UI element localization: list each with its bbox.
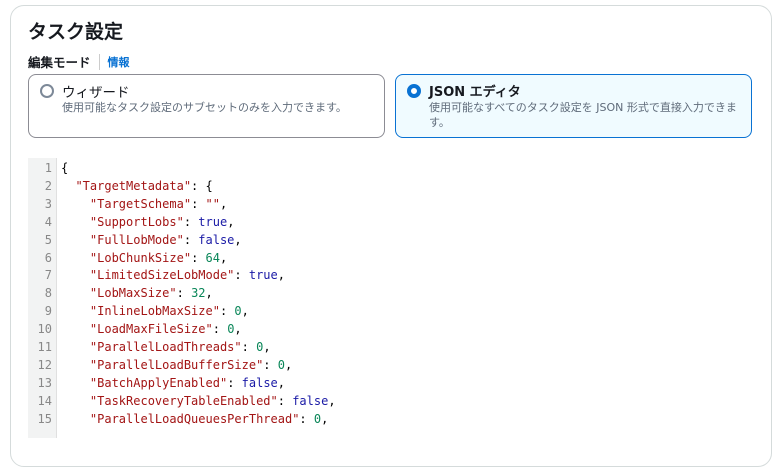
json-value: 0	[277, 357, 285, 372]
punct: ,	[219, 196, 228, 211]
page-title: タスク設定	[28, 21, 124, 43]
line-number: 4	[44, 214, 52, 229]
json-key: "LoadMaxFileSize"	[89, 322, 213, 337]
json-key: "ParallelLoadQueuesPerThread"	[89, 411, 300, 426]
option-json-editor[interactable]: JSON エディタ 使用可能なすべてのタスク設定を JSON 形式で直接入力でき…	[395, 74, 752, 138]
punct: : {	[191, 178, 213, 193]
line-number: 5	[44, 232, 52, 247]
json-value: 32	[191, 286, 206, 301]
punct: :	[234, 268, 249, 283]
info-link[interactable]: 情報	[108, 54, 130, 70]
punct: ,	[321, 411, 329, 426]
json-key: "TaskRecoveryTableEnabled"	[89, 393, 278, 408]
punct: ,	[227, 214, 235, 229]
punct: ,	[328, 393, 336, 408]
punct: :	[183, 214, 199, 229]
json-key: "TargetSchema"	[89, 196, 192, 211]
option-title: ウィザード	[62, 85, 130, 101]
json-value: true	[248, 268, 278, 283]
option-description: 使用可能なタスク設定のサブセットのみを入力できます。	[62, 101, 347, 114]
line-number: 10	[37, 322, 52, 337]
punct: :	[263, 357, 278, 372]
line-number: 8	[44, 286, 52, 301]
punct: :	[299, 411, 314, 426]
line-number: 3	[44, 196, 52, 211]
divider	[98, 53, 100, 70]
option-wizard[interactable]: ウィザード 使用可能なタスク設定のサブセットのみを入力できます。	[28, 74, 385, 138]
punct: :	[176, 286, 192, 301]
json-key: "InlineLobMaxSize"	[89, 304, 220, 319]
punct: {	[61, 161, 69, 175]
edit-mode-label: 編集モード 情報	[28, 52, 130, 71]
line-number: 11	[37, 340, 52, 354]
line-number: 1	[44, 161, 52, 175]
punct: ,	[205, 286, 213, 301]
json-value: 0	[234, 304, 242, 319]
json-value: false	[292, 393, 329, 408]
punct: ,	[241, 304, 249, 319]
line-number: 15	[37, 411, 52, 426]
line-number: 7	[44, 268, 52, 283]
punct: ,	[277, 375, 285, 390]
line-number: 13	[37, 375, 52, 390]
line-number: 14	[37, 393, 52, 408]
punct: :	[227, 375, 242, 390]
json-key: "BatchApplyEnabled"	[89, 375, 228, 390]
json-key: "TargetMetadata"	[75, 178, 192, 193]
punct: :	[183, 232, 199, 247]
json-key: "SupportLobs"	[89, 214, 184, 229]
json-key: "ParallelLoadThreads"	[89, 340, 242, 354]
punct: ,	[277, 268, 285, 283]
option-description: 使用可能なすべてのタスク設定を JSON 形式で直接入力できます。	[429, 101, 737, 129]
option-title: JSON エディタ	[429, 85, 521, 100]
punct: :	[212, 322, 228, 337]
json-value: false	[198, 232, 235, 247]
json-value: false	[241, 375, 278, 390]
punct: :	[241, 340, 257, 354]
line-number: 6	[44, 250, 52, 265]
punct: ,	[219, 250, 228, 265]
json-key: "LobMaxSize"	[89, 286, 177, 301]
json-key: "LobChunkSize"	[89, 250, 192, 265]
line-number: 2	[44, 178, 52, 193]
line-number: 12	[37, 357, 52, 372]
punct: ,	[234, 322, 242, 337]
punct: :	[191, 196, 206, 211]
radio-wizard[interactable]	[40, 84, 54, 98]
radio-json-editor[interactable]	[407, 84, 421, 98]
punct: :	[277, 393, 293, 408]
punct: :	[191, 250, 206, 265]
json-value: 64	[205, 250, 220, 265]
json-value: true	[198, 214, 228, 229]
punct: ,	[263, 340, 271, 354]
json-key: "FullLobMode"	[89, 232, 184, 247]
punct: ,	[284, 357, 293, 372]
json-editor[interactable]: 1 {2 "TargetMetadata": { 3 "TargetSchema":…	[28, 158, 768, 438]
edit-mode-text: 編集モード	[28, 55, 91, 70]
punct: :	[219, 304, 235, 319]
punct: ,	[234, 232, 242, 247]
json-key: "ParallelLoadBufferSize"	[89, 357, 264, 372]
json-value: ""	[205, 196, 220, 211]
line-number: 9	[44, 304, 52, 319]
json-key: "LimitedSizeLobMode"	[89, 268, 235, 283]
